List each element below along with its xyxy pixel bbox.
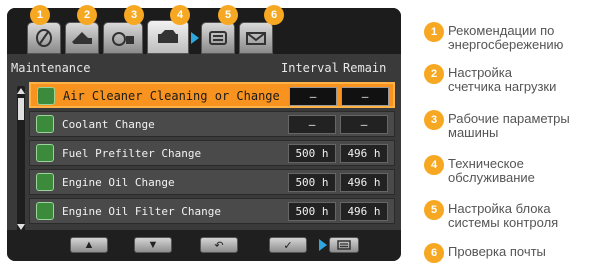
legend-text: Проверка почты — [448, 244, 546, 259]
tab-badge: 6 — [264, 5, 284, 25]
ok-button[interactable]: ✓ — [269, 237, 307, 253]
controller-icon — [209, 31, 227, 45]
load-counter-icon — [72, 32, 92, 44]
legend-item: 6 Проверка почты — [424, 243, 546, 263]
legend-item: 3 Рабочие параметры машины — [424, 110, 570, 140]
scrollbar[interactable] — [17, 86, 25, 232]
up-button[interactable]: ▲ — [70, 237, 108, 253]
air-cleaner-icon — [37, 87, 55, 105]
column-interval: Interval — [281, 61, 339, 75]
interval-cell: 500 h — [288, 202, 336, 221]
scroll-thumb[interactable] — [18, 98, 24, 120]
leaf-icon — [36, 29, 52, 47]
tab-machine-parameters[interactable] — [103, 22, 143, 54]
table-row[interactable]: Fuel Prefilter Change 500 h 496 h — [29, 140, 395, 166]
remain-cell: 496 h — [340, 173, 388, 192]
table-row[interactable]: Coolant Change — — — [29, 111, 395, 137]
tab-load-counter[interactable] — [65, 22, 99, 54]
remain-cell: — — [340, 115, 388, 134]
interval-cell: — — [289, 87, 337, 106]
legend-item: 4 Техническое обслуживание — [424, 155, 535, 185]
column-remain: Remain — [343, 61, 387, 75]
active-tab-arrow — [191, 32, 199, 44]
menu-icon — [337, 240, 351, 250]
column-title: Maintenance — [11, 61, 91, 75]
legend-text: Рабочие параметры машины — [448, 111, 570, 140]
monitor-screen: Maintenance Interval Remain Air Cleaner … — [7, 8, 401, 261]
tab-badge: 4 — [170, 5, 190, 25]
tab-control-system[interactable] — [201, 22, 235, 54]
legend-item: 1 Рекомендации по энергосбережению — [424, 22, 563, 52]
tab-badge: 5 — [218, 5, 238, 25]
down-button[interactable]: ▼ — [134, 237, 172, 253]
row-label: Engine Oil Filter Change — [62, 205, 221, 218]
legend-badge: 3 — [424, 110, 444, 130]
table-row[interactable]: Engine Oil Filter Change 500 h 496 h — [29, 198, 395, 224]
row-label: Coolant Change — [62, 118, 155, 131]
table-row[interactable]: Engine Oil Change 500 h 496 h — [29, 169, 395, 195]
maintenance-table: Maintenance Interval Remain Air Cleaner … — [7, 54, 401, 232]
tab-maintenance[interactable] — [147, 20, 189, 54]
legend-text: Настройка блока системы контроля — [448, 201, 559, 230]
legend-item: 2 Настройка счетчика нагрузки — [424, 64, 556, 94]
row-label: Engine Oil Change — [62, 176, 175, 189]
legend-badge: 2 — [424, 64, 444, 84]
coolant-icon — [36, 115, 54, 133]
tab-mail[interactable] — [239, 22, 273, 54]
tab-badge: 2 — [77, 5, 97, 25]
legend-badge: 5 — [424, 200, 444, 220]
legend-badge: 1 — [424, 22, 444, 42]
tab-energy-saving[interactable] — [27, 22, 61, 54]
tab-badge: 1 — [30, 5, 50, 25]
fuel-filter-icon — [36, 144, 54, 162]
interval-cell: 500 h — [288, 144, 336, 163]
tab-badge: 3 — [124, 5, 144, 25]
maintenance-icon — [158, 30, 178, 43]
table-row[interactable]: Air Cleaner Cleaning or Change — — — [29, 82, 395, 108]
tab-bar — [7, 8, 401, 54]
remain-cell: 496 h — [340, 144, 388, 163]
legend-item: 5 Настройка блока системы контроля — [424, 200, 558, 230]
legend-text: Настройка счетчика нагрузки — [448, 65, 557, 94]
mail-icon — [246, 32, 266, 45]
row-label: Air Cleaner Cleaning or Change — [63, 89, 280, 103]
function-button-bar: ▲ ▼ ↶ ✓ — [7, 230, 401, 261]
play-arrow-icon — [319, 239, 327, 251]
interval-cell: 500 h — [288, 173, 336, 192]
menu-button[interactable] — [329, 237, 359, 253]
oil-filter-icon — [36, 202, 54, 220]
legend-text: Рекомендации по энергосбережению — [448, 23, 564, 52]
engine-gauge-icon — [112, 32, 134, 46]
interval-cell: — — [288, 115, 336, 134]
remain-cell: — — [341, 87, 389, 106]
back-button[interactable]: ↶ — [200, 237, 238, 253]
remain-cell: 496 h — [340, 202, 388, 221]
row-label: Fuel Prefilter Change — [62, 147, 202, 160]
legend-badge: 6 — [424, 243, 444, 263]
legend-badge: 4 — [424, 155, 444, 175]
oil-drop-icon — [36, 173, 54, 191]
table-header: Maintenance Interval Remain — [7, 58, 401, 78]
scroll-up-arrow-icon[interactable] — [17, 88, 25, 94]
legend-text: Техническое обслуживание — [448, 156, 535, 185]
